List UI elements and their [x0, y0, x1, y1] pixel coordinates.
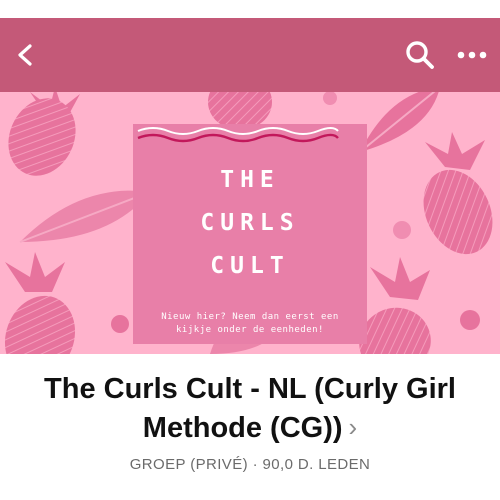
cover-title-card: THE CURLS CULT Nieuw hier? Neem dan eers…	[133, 124, 367, 344]
group-cover-photo[interactable]: THE CURLS CULT Nieuw hier? Neem dan eers…	[0, 92, 500, 354]
group-name-text: The Curls Cult - NL (Curly Girl Methode …	[44, 373, 456, 444]
flower-icon	[111, 315, 129, 333]
cover-title-line-3: CULT	[210, 253, 290, 279]
chevron-left-icon	[18, 44, 32, 66]
pineapple-icon	[4, 252, 76, 354]
more-options-button[interactable]	[450, 18, 494, 92]
more-horizontal-icon	[457, 51, 487, 59]
wave-decoration	[137, 127, 339, 143]
cover-subtitle-line-1: Nieuw hier? Neem dan eerst een	[161, 312, 339, 322]
group-privacy-member-count: GROEP (PRIVÉ) · 90,0 D. LEDEN	[129, 456, 371, 473]
cover-subtitle-line-2: kijkje onder de eenheden!	[176, 325, 324, 335]
chevron-right-icon: ›	[348, 412, 358, 442]
search-icon	[406, 41, 434, 69]
status-bar-area	[0, 0, 500, 18]
search-button[interactable]	[398, 18, 442, 92]
back-button[interactable]	[4, 18, 48, 92]
group-title[interactable]: The Curls Cult - NL (Curly Girl Methode …	[10, 370, 490, 447]
pineapple-icon	[8, 92, 80, 176]
cover-title-line-1: THE	[220, 167, 280, 193]
pineapple-icon	[423, 132, 493, 255]
cover-subtitle: Nieuw hier? Neem dan eerst een kijkje on…	[139, 311, 361, 337]
navigation-bar	[0, 18, 500, 92]
flower-icon	[323, 92, 337, 105]
flower-icon	[393, 221, 411, 239]
flower-icon	[460, 310, 480, 330]
cover-title-line-2: CURLS	[200, 210, 300, 236]
